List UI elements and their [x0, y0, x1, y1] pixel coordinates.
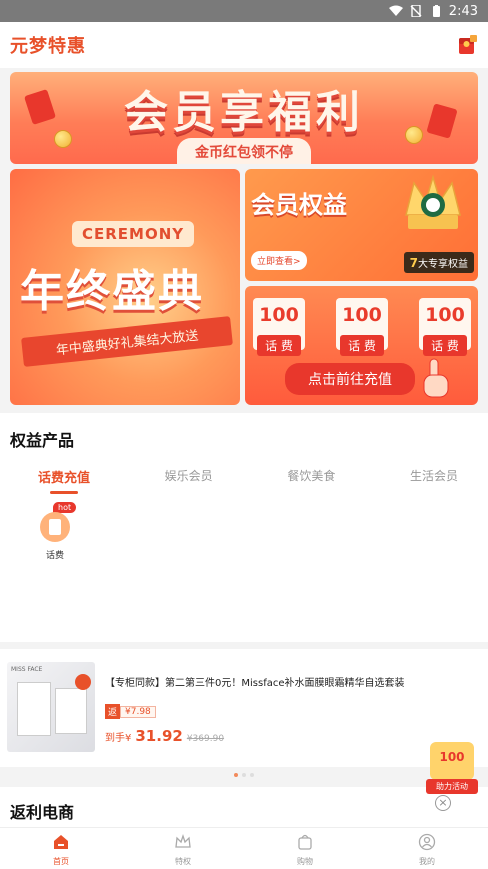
carousel-dot-active: [234, 773, 238, 777]
goods-image[interactable]: MISS FACE: [7, 662, 95, 752]
badge-text: 大专享权益: [418, 259, 468, 270]
nav-home-label: 首页: [53, 857, 69, 866]
seven-rights-badge: 7大专享权益: [403, 252, 474, 273]
goods-title: 【专柜同款】第二第三件0元！Missface补水面膜眼霜精华自选套装: [105, 678, 405, 689]
app-title: 元梦特惠: [10, 36, 86, 57]
package-box: [17, 682, 51, 736]
benefits-tabs: 话费充值 娱乐会员 餐饮美食 生活会员: [0, 461, 488, 494]
hero-title: 会员享福利: [124, 87, 364, 138]
go-topup-button[interactable]: 点击前往充值: [285, 363, 416, 395]
year-end-promo[interactable]: CEREMONY 年终盛典 年中盛典好礼集结大放送: [10, 169, 241, 405]
coupon-value: 100: [342, 304, 382, 326]
price-row: 到手¥ 31.92 ¥369.90: [105, 727, 224, 745]
product-tag-icon: [75, 674, 91, 690]
nav-home[interactable]: 首页: [0, 828, 122, 869]
crown-icon: [405, 175, 461, 229]
package-box: [55, 688, 87, 734]
price-original: ¥369.90: [186, 734, 225, 744]
pointing-hand-icon: [423, 358, 449, 398]
coupon-value: 100: [259, 304, 299, 326]
coupon-card: 100 话 费: [336, 298, 389, 356]
bag-icon: [298, 834, 312, 850]
member-rights-card[interactable]: 会员权益 立即查看> 7大专享权益: [245, 169, 478, 281]
floating-coupon-value: 100: [430, 742, 474, 780]
nav-mine[interactable]: 我的: [366, 828, 488, 869]
bottom-nav: 首页 特权 购物 我的: [0, 827, 488, 869]
benefits-title: 权益产品: [10, 431, 75, 450]
nav-privilege-label: 特权: [175, 857, 191, 866]
home-icon: [54, 835, 68, 849]
no-sim-icon: [410, 5, 422, 17]
year-end-title: 年终盛典: [20, 266, 204, 317]
wifi-icon: [388, 5, 403, 16]
coupon-label: 话 费: [423, 335, 468, 356]
goods-card[interactable]: MISS FACE 【专柜同款】第二第三件0元！Missface补水面膜眼霜精华…: [0, 649, 488, 777]
red-packet-icon[interactable]: [456, 34, 478, 56]
coupon-label: 话 费: [257, 335, 302, 356]
user-icon: [418, 833, 436, 851]
benefits-section: 权益产品 话费充值 娱乐会员 餐饮美食 生活会员 hot 话费: [0, 413, 488, 642]
rebate-value: ¥7.98: [120, 705, 156, 718]
tab-lifestyle[interactable]: 生活会员: [410, 467, 458, 494]
year-end-ribbon: 年中盛典好礼集结大放送: [21, 316, 233, 367]
phone-bill-icon: [40, 512, 70, 542]
view-now-button[interactable]: 立即查看>: [251, 251, 307, 270]
tab-phone-topup[interactable]: 话费充值: [38, 467, 90, 494]
nav-mine-label: 我的: [419, 857, 435, 866]
nav-privilege[interactable]: 特权: [122, 828, 244, 869]
app-screen: 2:43 元梦特惠 会员享福利 金币红包领不停 CEREMONY 年终盛典 年中…: [0, 0, 488, 869]
goods-brand: MISS FACE: [11, 666, 43, 673]
price-now: 31.92: [135, 727, 183, 745]
rebate-tag: 返: [105, 704, 121, 719]
close-floating-button[interactable]: ×: [435, 795, 451, 811]
rebate-badge: 返 ¥7.98: [105, 704, 156, 719]
app-header: 元梦特惠: [0, 22, 488, 68]
floating-activity-button[interactable]: 100 助力活动: [426, 734, 478, 794]
tab-entertainment[interactable]: 娱乐会员: [165, 467, 213, 494]
battery-icon: [432, 5, 440, 17]
coupon-card: 100 话 费: [253, 298, 306, 356]
promo-right-column: 会员权益 立即查看> 7大专享权益 100 话 费 100 话 费 100 话 …: [245, 169, 478, 405]
price-label: 到手¥: [105, 733, 132, 744]
product-grid: hot 话费: [0, 494, 488, 642]
tab-dining[interactable]: 餐饮美食: [287, 467, 335, 494]
hero-banner[interactable]: 会员享福利 金币红包领不停: [10, 72, 478, 164]
coupon-label: 话 费: [340, 335, 385, 356]
topup-card[interactable]: 100 话 费 100 话 费 100 话 费 点击前往充值: [245, 286, 478, 405]
promo-grid: CEREMONY 年终盛典 年中盛典好礼集结大放送 会员权益 立即查看> 7大专…: [10, 169, 478, 405]
ceremony-tag: CEREMONY: [72, 221, 195, 247]
clock: 2:43: [448, 3, 478, 19]
carousel-indicator: [234, 773, 254, 777]
coupon-card: 100 话 费: [419, 298, 472, 356]
nav-shopping[interactable]: 购物: [244, 828, 366, 869]
floating-label: 助力活动: [426, 779, 478, 794]
close-icon: ×: [438, 796, 448, 809]
rebate-shop-section: 返利电商: [0, 787, 488, 827]
badge-number: 7: [409, 256, 418, 270]
nav-shopping-label: 购物: [297, 857, 313, 866]
carousel-dot: [250, 773, 254, 777]
carousel-dot: [242, 773, 246, 777]
product-label: 话费: [45, 551, 64, 561]
crown-icon: [175, 833, 191, 848]
hero-subtitle: 金币红包领不停: [177, 138, 311, 164]
status-bar: 2:43: [0, 0, 488, 22]
coupon-value: 100: [425, 304, 465, 326]
product-phone-bill[interactable]: hot 话费: [35, 502, 77, 561]
member-rights-title: 会员权益: [251, 191, 348, 219]
